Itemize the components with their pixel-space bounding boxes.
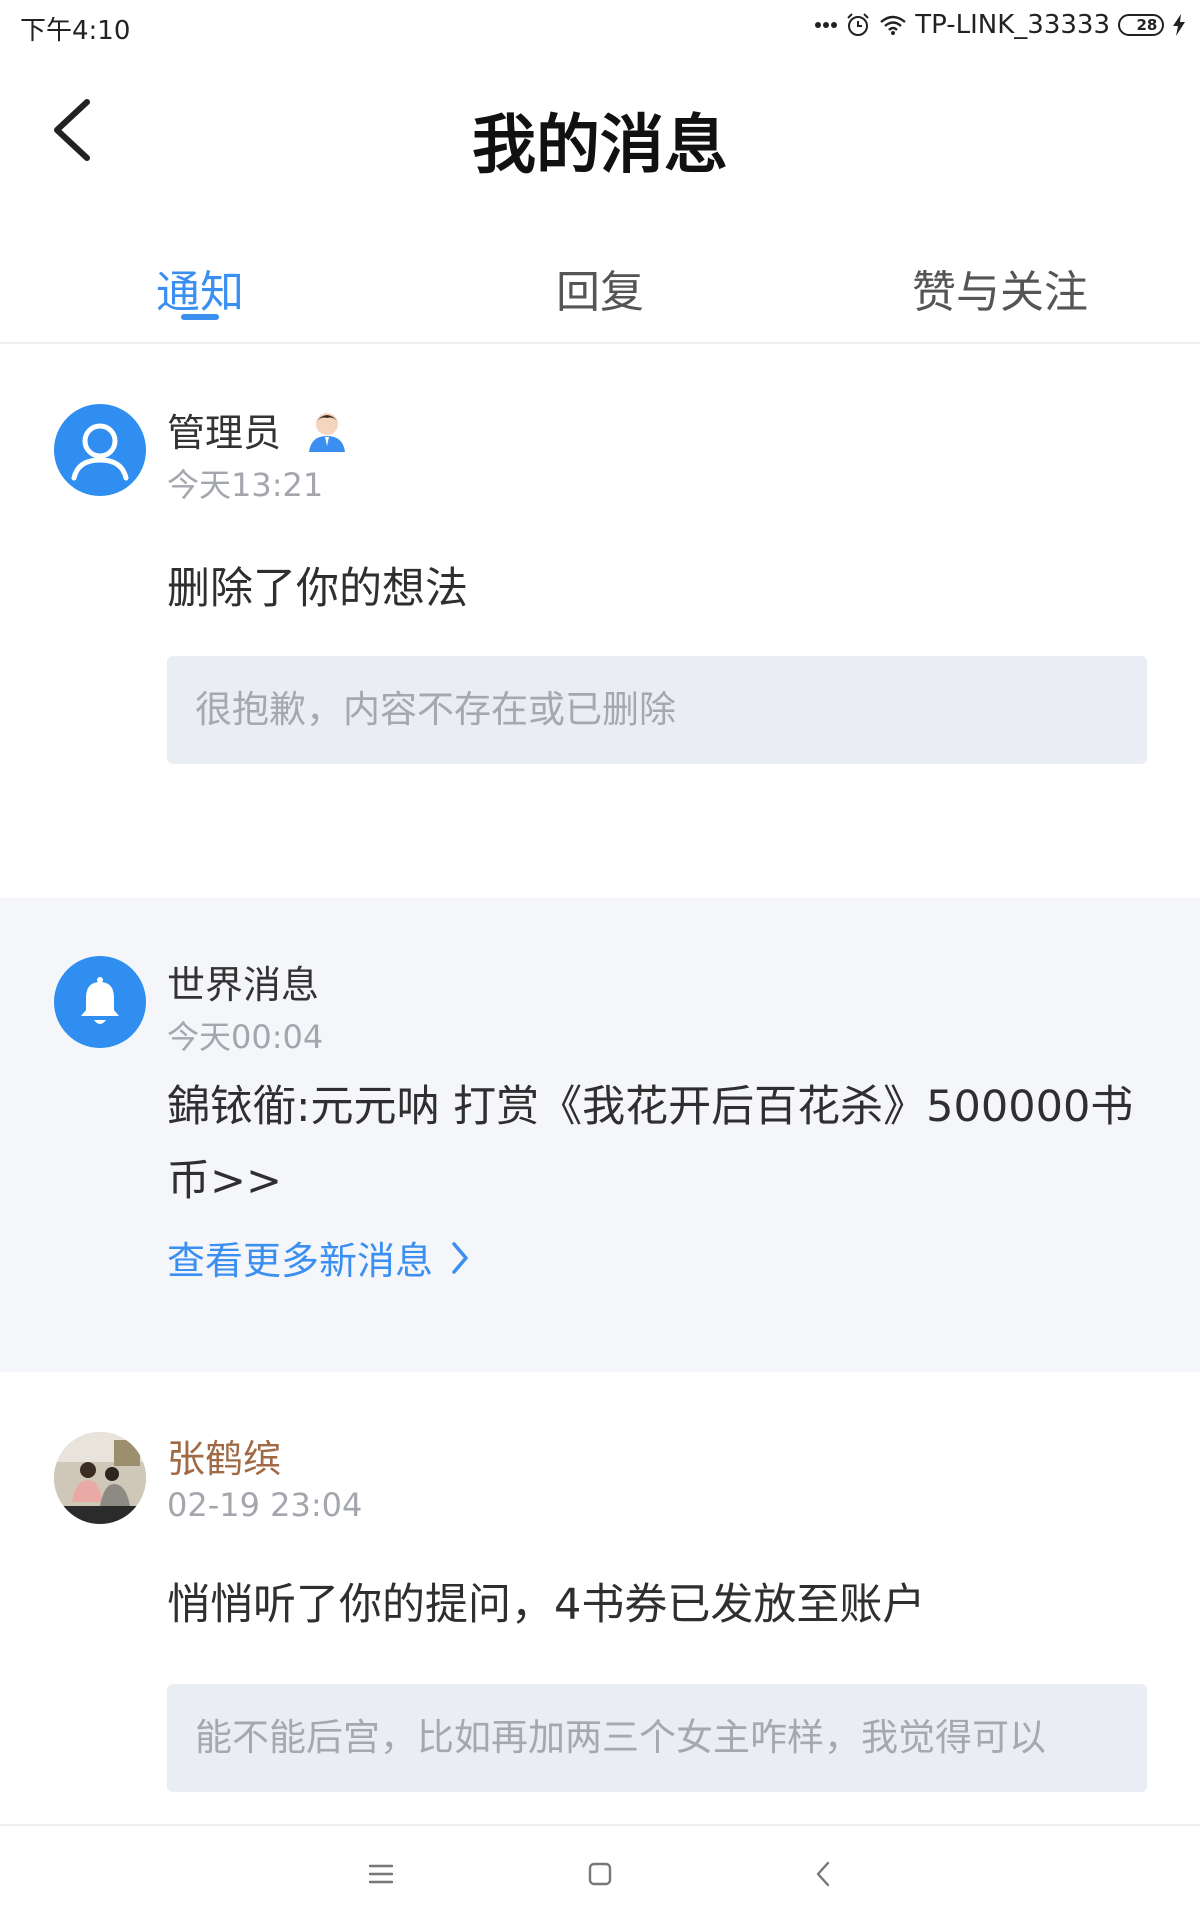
- back-triangle-icon[interactable]: [793, 1846, 853, 1902]
- more-messages-link[interactable]: 查看更多新消息: [167, 1230, 469, 1285]
- battery-icon: 28: [1118, 14, 1164, 36]
- quoted-content[interactable]: 能不能后宫，比如再加两三个女主咋样，我觉得可以: [167, 1684, 1147, 1792]
- chevron-right-icon: [452, 1241, 468, 1274]
- message-text: 删除了你的想法: [167, 564, 468, 614]
- message-text: 錦铱衜:元元呐 打赏《我花开后百花杀》500000书币>>: [167, 1082, 1134, 1206]
- message-item-admin[interactable]: 管理员 今天13:21 删除了你的想法 很抱歉，内容不存在或已删除: [0, 346, 1200, 898]
- sender-name-text: 管理员: [167, 411, 282, 455]
- status-icons: TP-LINK_33333 28: [815, 10, 1186, 40]
- home-square-icon[interactable]: [570, 1846, 630, 1902]
- bell-icon[interactable]: [54, 956, 146, 1048]
- message-text: 悄悄听了你的提问，4书券已发放至账户: [167, 1580, 926, 1630]
- sender-name: 管理员: [167, 402, 347, 461]
- wifi-icon: [879, 14, 907, 36]
- charging-icon: [1172, 14, 1186, 36]
- header: 我的消息: [0, 60, 1200, 210]
- tab-bar: 通知 回复 赞与关注: [0, 240, 1200, 344]
- tab-likes-follows[interactable]: 赞与关注: [880, 256, 1120, 320]
- tab-notifications[interactable]: 通知: [110, 256, 290, 320]
- user-avatar-icon[interactable]: [54, 404, 146, 496]
- battery-level: 28: [1136, 16, 1158, 34]
- menu-icon[interactable]: [351, 1846, 411, 1902]
- message-item-world[interactable]: 世界消息 今天00:04 錦铱衜:元元呐 打赏《我花开后百花杀》500000书币…: [0, 898, 1200, 1372]
- status-time: 下午4:10: [20, 16, 131, 46]
- tab-replies[interactable]: 回复: [510, 256, 690, 320]
- alarm-icon: [845, 12, 871, 38]
- admin-badge-icon: [307, 410, 347, 461]
- more-dots-icon: [815, 21, 838, 29]
- page-title: 我的消息: [472, 108, 728, 183]
- message-time: 今天13:21: [167, 466, 324, 504]
- system-nav-bar: [0, 1824, 1200, 1920]
- message-time: 今天00:04: [167, 1018, 324, 1056]
- sender-name[interactable]: 张鹤缤: [167, 1428, 281, 1483]
- message-item-user[interactable]: 张鹤缤 02-19 23:04 悄悄听了你的提问，4书券已发放至账户 能不能后宫…: [0, 1372, 1200, 1824]
- active-tab-indicator: [181, 314, 219, 320]
- status-bar: 下午4:10 TP-LINK_33333 28: [0, 0, 1200, 52]
- more-messages-label: 查看更多新消息: [167, 1239, 434, 1283]
- quoted-content[interactable]: 很抱歉，内容不存在或已删除: [167, 656, 1147, 764]
- photo-avatar[interactable]: [54, 1432, 146, 1524]
- sender-name: 世界消息: [167, 963, 320, 1007]
- wifi-name: TP-LINK_33333: [915, 10, 1110, 40]
- message-time: 02-19 23:04: [167, 1486, 363, 1524]
